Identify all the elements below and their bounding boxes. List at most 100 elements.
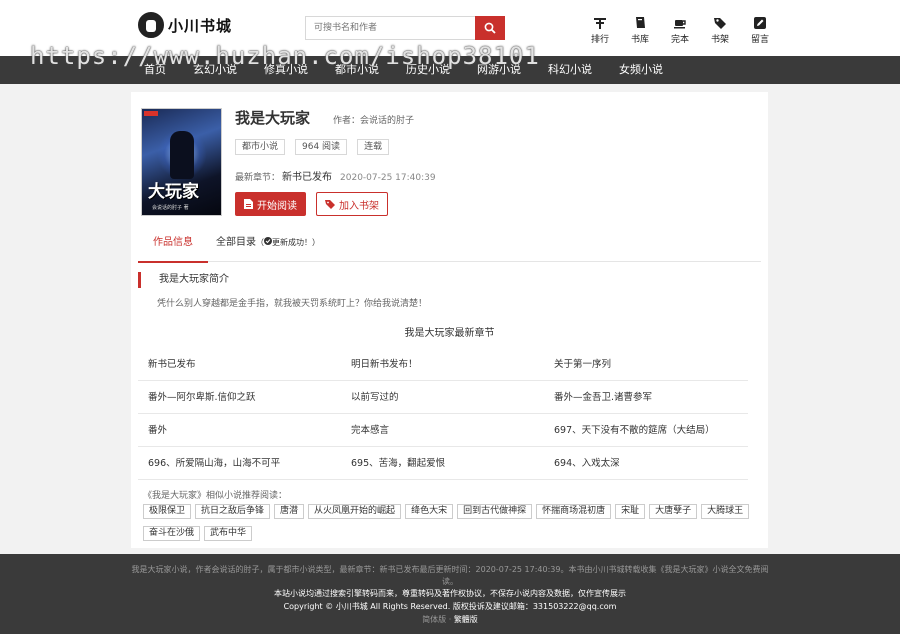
check-circle-icon xyxy=(264,237,272,245)
tag-category[interactable]: 都市小说 xyxy=(235,139,286,155)
latest-label: 最新章节： xyxy=(235,173,281,183)
logo-text: 小川书城 xyxy=(168,16,233,35)
library-icon xyxy=(636,17,645,28)
document-icon xyxy=(244,199,253,209)
nav-item-xiuzhen[interactable]: 修真小说 xyxy=(264,56,308,84)
similar-item[interactable]: 绛色大宋 xyxy=(405,504,454,519)
book-tags: 都市小说 964 阅读 连载 xyxy=(235,139,399,155)
chapter-row: 番外—阿尔卑斯.信仰之跃 以前写过的 番外—金吾卫.诸曹参军 xyxy=(138,381,748,414)
nav-item-home[interactable]: 首页 xyxy=(144,56,166,84)
tag-icon xyxy=(325,200,335,209)
cover-badge xyxy=(144,111,158,116)
start-reading-label: 开始阅读 xyxy=(257,200,297,212)
chapter-link[interactable]: 697、天下没有不散的筵席（大结局） xyxy=(544,414,747,446)
start-reading-button[interactable]: 开始阅读 xyxy=(235,192,306,216)
similar-item[interactable]: 极限保卫 xyxy=(143,504,192,519)
chapter-link[interactable]: 694、入戏太深 xyxy=(544,447,747,479)
topnav-finished[interactable]: 完本 xyxy=(660,16,700,45)
nav-item-dushi[interactable]: 都市小说 xyxy=(335,56,379,84)
chapter-link[interactable]: 明日新书发布！ xyxy=(341,348,544,380)
nav-item-wangyou[interactable]: 网游小说 xyxy=(477,56,521,84)
cover-title: 大玩家 xyxy=(148,177,199,202)
chapters-heading: 我是大玩家最新章节 xyxy=(404,328,495,339)
book-card: 大玩家 会说话的肘子 著 我是大玩家 作者：会说话的肘子 都市小说 964 阅读… xyxy=(131,92,768,548)
chapter-link[interactable]: 番外—金吾卫.诸曹参军 xyxy=(544,381,747,413)
tab-catalog-label: 全部目录 xyxy=(216,237,256,248)
chapter-link[interactable]: 番外—阿尔卑斯.信仰之跃 xyxy=(138,381,341,413)
chapter-link[interactable]: 关于第一序列 xyxy=(544,348,747,380)
logo-avatar-icon xyxy=(138,12,164,38)
latest-chapter-link[interactable]: 新书已发布 xyxy=(282,172,332,183)
add-to-shelf-label: 加入书架 xyxy=(339,200,379,212)
cup-icon xyxy=(674,20,686,29)
topnav-ranking-label: 排行 xyxy=(590,35,609,45)
chapter-link[interactable]: 695、苦海，翻起爱恨 xyxy=(341,447,544,479)
similar-item[interactable]: 抗日之敌后争锋 xyxy=(195,504,271,519)
site-logo[interactable]: 小川书城 xyxy=(138,12,232,38)
tag-icon xyxy=(714,18,726,29)
search-bar xyxy=(305,16,505,40)
catalog-note: 更新成功！） xyxy=(272,238,320,247)
topnav-library-label: 书库 xyxy=(630,35,649,45)
ranking-icon xyxy=(594,18,606,29)
site-footer: 我是大玩家小说，作者会说话的肘子，属于都市小说类型，最新章节：新书已发布最后更新… xyxy=(0,554,900,634)
tab-info[interactable]: 作品信息 xyxy=(138,228,208,263)
topnav-bookshelf[interactable]: 书架 xyxy=(700,16,740,45)
lang-separator: · xyxy=(446,615,454,624)
book-author: 作者：会说话的肘子 xyxy=(333,116,415,126)
chapter-row: 番外 完本感言 697、天下没有不散的筵席（大结局） xyxy=(138,414,748,447)
similar-item[interactable]: 大腾球王 xyxy=(701,504,750,519)
main-nav: 首页 玄幻小说 修真小说 都市小说 历史小说 网游小说 科幻小说 女频小说 xyxy=(0,56,900,84)
cover-figure xyxy=(170,131,194,179)
top-bar: 小川书城 排行 书库 完本 书架 留言 xyxy=(0,0,900,56)
topnav-bookshelf-label: 书架 xyxy=(710,35,729,45)
topnav-message[interactable]: 留言 xyxy=(740,16,780,45)
similar-item[interactable]: 唐潜 xyxy=(274,504,305,519)
similar-heading: 《我是大玩家》相似小说推荐阅读： xyxy=(143,491,288,501)
similar-item[interactable]: 大唐孽子 xyxy=(649,504,698,519)
cover-author: 会说话的肘子 著 xyxy=(152,205,189,211)
latest-chapter: 最新章节： 新书已发布 2020-07-25 17:40:39 xyxy=(235,168,436,183)
footer-disclaimer: 本站小说均通过搜索引擎转码而来，尊重转码及著作权协议，不保存小说内容及数据，仅作… xyxy=(274,589,626,598)
similar-item[interactable]: 宋耻 xyxy=(615,504,646,519)
similar-list: 极限保卫 抗日之敌后争锋 唐潜 从火凤凰开始的崛起 绛色大宋 回到古代做神探 怀… xyxy=(143,504,763,548)
intro-heading: 我是大玩家简介 xyxy=(138,272,229,288)
intro-text: 凭什么别人穿越都是金手指，就我被天罚系统盯上？你给我说清楚！ xyxy=(157,299,428,309)
footer-language: 简体版 · 繁體版 xyxy=(0,614,900,625)
similar-item[interactable]: 回到古代做神探 xyxy=(457,504,533,519)
search-button[interactable] xyxy=(475,16,505,40)
tab-catalog[interactable]: 全部目录（ 更新成功！） xyxy=(216,228,320,262)
chapter-link[interactable]: 以前写过的 xyxy=(341,381,544,413)
edit-icon xyxy=(754,17,766,29)
topnav-library[interactable]: 书库 xyxy=(620,16,660,45)
chapter-link[interactable]: 696、所爱隔山海，山海不可平 xyxy=(138,447,341,479)
top-nav: 排行 书库 完本 书架 留言 xyxy=(580,16,780,45)
chapter-link[interactable]: 新书已发布 xyxy=(138,348,341,380)
footer-copyright: Copyright © 小川书城 All Rights Reserved. 版权… xyxy=(283,602,617,611)
search-input[interactable] xyxy=(305,16,475,40)
tag-status: 连载 xyxy=(357,139,390,155)
chapter-link[interactable]: 番外 xyxy=(138,414,341,446)
similar-item[interactable]: 奋斗在沙俄 xyxy=(143,526,201,541)
book-tabs: 作品信息 全部目录（ 更新成功！） xyxy=(138,228,761,263)
add-to-shelf-button[interactable]: 加入书架 xyxy=(316,192,388,216)
chapter-list: 新书已发布 明日新书发布！ 关于第一序列 番外—阿尔卑斯.信仰之跃 以前写过的 … xyxy=(138,348,748,480)
similar-item[interactable]: 怀揣商场混初唐 xyxy=(536,504,612,519)
chapter-row: 新书已发布 明日新书发布！ 关于第一序列 xyxy=(138,348,748,381)
lang-simplified[interactable]: 简体版 xyxy=(422,615,446,624)
book-title: 我是大玩家 xyxy=(235,109,311,127)
lang-traditional[interactable]: 繁體版 xyxy=(454,615,478,624)
nav-item-nvpin[interactable]: 女频小说 xyxy=(619,56,663,84)
topnav-ranking[interactable]: 排行 xyxy=(580,16,620,45)
book-cover[interactable]: 大玩家 会说话的肘子 著 xyxy=(141,108,222,216)
nav-item-lishi[interactable]: 历史小说 xyxy=(406,56,450,84)
nav-item-xuanhuan[interactable]: 玄幻小说 xyxy=(193,56,237,84)
similar-item[interactable]: 从火凤凰开始的崛起 xyxy=(308,504,402,519)
chapter-link[interactable]: 完本感言 xyxy=(341,414,544,446)
tag-reads: 964 阅读 xyxy=(295,139,348,155)
cover-title-text: 大玩家 xyxy=(148,182,199,202)
nav-item-kehuan[interactable]: 科幻小说 xyxy=(548,56,592,84)
latest-date: 2020-07-25 17:40:39 xyxy=(340,173,436,183)
similar-item[interactable]: 武布中华 xyxy=(204,526,253,541)
chapter-row: 696、所爱隔山海，山海不可平 695、苦海，翻起爱恨 694、入戏太深 xyxy=(138,447,748,480)
